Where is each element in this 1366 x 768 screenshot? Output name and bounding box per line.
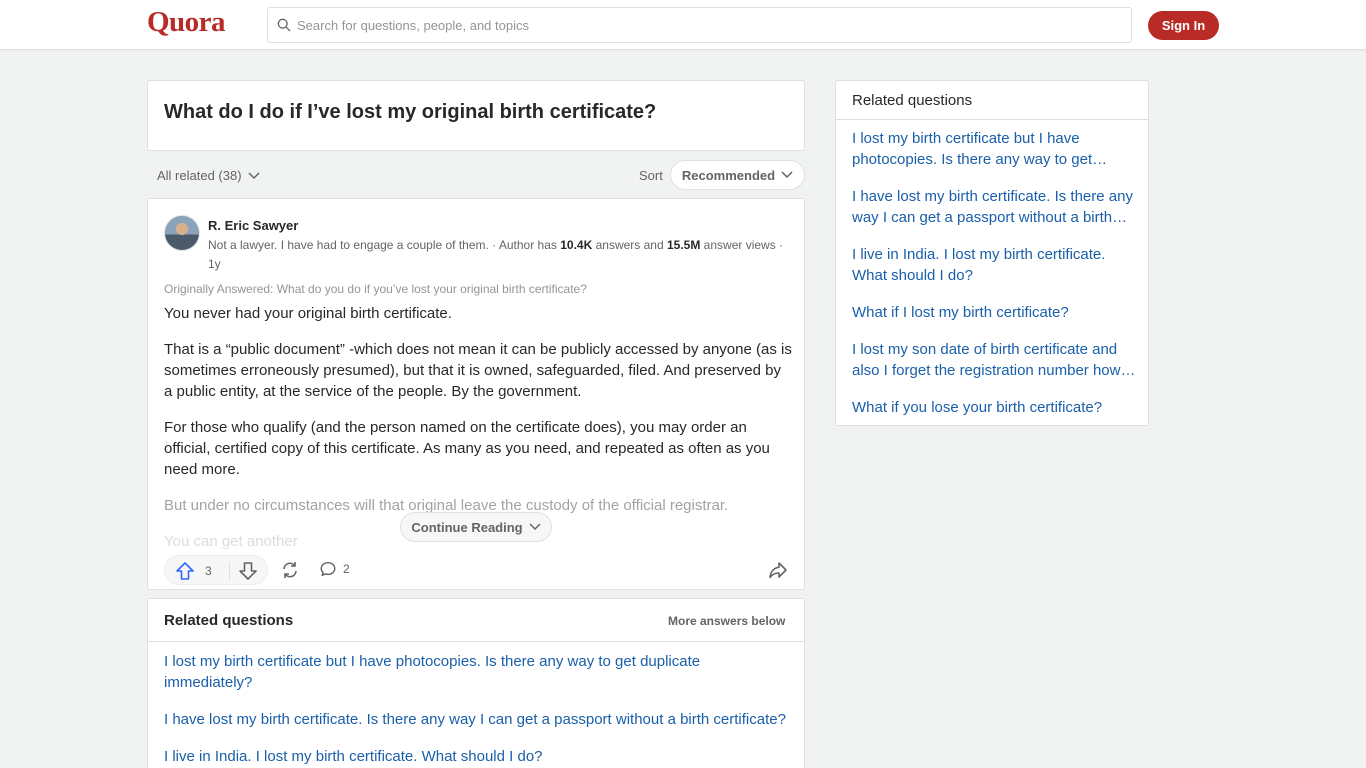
answer-card: R. Eric Sawyer Not a lawyer. I have had … — [147, 198, 805, 590]
related-questions-header: Related questions More answers below — [148, 599, 804, 642]
sidebar-question-link[interactable]: I lost my birth certificate but I have p… — [852, 128, 1137, 170]
related-questions-inline: Related questions More answers below I l… — [147, 598, 805, 768]
reshare-icon — [283, 562, 297, 578]
question-card: What do I do if I’ve lost my original bi… — [147, 80, 805, 151]
credential-prefix: Not a lawyer. I have had to engage a cou… — [208, 238, 561, 252]
top-navigation-bar: Quora Sign In — [0, 0, 1366, 50]
quora-logo[interactable]: Quora — [147, 6, 226, 39]
share-button[interactable] — [768, 560, 788, 585]
share-arrow-icon — [769, 562, 787, 579]
comment-icon — [320, 561, 336, 577]
sidebar-question-link[interactable]: I live in India. I lost my birth certifi… — [852, 244, 1137, 286]
chevron-down-icon — [248, 171, 260, 179]
comment-button[interactable]: 2 — [319, 560, 350, 578]
search-icon — [277, 18, 291, 32]
credential-middle: answers and — [592, 238, 667, 252]
sidebar-question-link[interactable]: I lost my son date of birth certificate … — [852, 339, 1137, 381]
continue-reading-button[interactable]: Continue Reading — [400, 512, 552, 542]
upvote-arrow-icon — [176, 562, 194, 580]
answer-paragraph: For those who qualify (and the person na… — [164, 419, 770, 478]
reshare-button[interactable] — [280, 560, 300, 585]
views-count: 15.5M — [666, 238, 701, 252]
sidebar-title: Related questions — [852, 92, 973, 109]
answers-count: 10.4K — [560, 238, 593, 252]
upvote-button[interactable] — [175, 561, 195, 581]
related-question-link[interactable]: I have lost my birth certificate. Is the… — [164, 709, 792, 730]
author-credential: Not a lawyer. I have had to engage a cou… — [208, 236, 793, 274]
downvote-arrow-icon — [239, 562, 257, 580]
answer-paragraph: That is a “public document” -which does … — [164, 341, 792, 400]
question-title: What do I do if I’ve lost my original bi… — [164, 101, 657, 123]
continue-reading-label: Continue Reading — [411, 519, 523, 535]
sidebar-question-link[interactable]: I have lost my birth certificate. Is the… — [852, 186, 1137, 228]
related-question-link[interactable]: I lost my birth certificate but I have p… — [164, 651, 792, 693]
vote-controls: 3 — [164, 555, 268, 585]
sidebar-question-list: I lost my birth certificate but I have p… — [852, 128, 1137, 434]
all-related-label: All related (38) — [157, 168, 242, 183]
related-questions-list: I lost my birth certificate but I have p… — [164, 651, 792, 768]
vote-divider — [229, 562, 230, 580]
search-bar[interactable] — [267, 7, 1132, 43]
comment-count: 2 — [343, 562, 350, 576]
sidebar-question-link[interactable]: What if I lost my birth certificate? — [852, 302, 1137, 323]
author-avatar[interactable] — [164, 215, 200, 251]
related-question-link[interactable]: I live in India. I lost my birth certifi… — [164, 746, 792, 767]
all-related-dropdown[interactable]: All related (38) — [157, 168, 260, 183]
related-questions-sidebar: Related questions I lost my birth certif… — [835, 80, 1149, 426]
sort-dropdown[interactable]: Recommended — [670, 160, 805, 190]
downvote-button[interactable] — [238, 561, 258, 586]
sort-label: Sort — [639, 168, 663, 183]
chevron-down-icon — [529, 523, 541, 531]
sign-in-button[interactable]: Sign In — [1148, 11, 1219, 40]
author-name[interactable]: R. Eric Sawyer — [208, 218, 298, 233]
chevron-down-icon — [781, 171, 793, 179]
related-questions-title: Related questions — [164, 612, 294, 629]
answer-paragraph: You never had your original birth certif… — [164, 305, 452, 322]
answer-filter-row: All related (38) Sort Recommended — [147, 160, 805, 190]
search-input[interactable] — [297, 17, 1097, 33]
sort-value: Recommended — [681, 167, 776, 183]
more-answers-below-label: More answers below — [668, 614, 786, 628]
sidebar-header: Related questions — [836, 81, 1148, 120]
sidebar-question-link[interactable]: What if you lose your birth certificate? — [852, 397, 1137, 418]
upvote-count: 3 — [205, 564, 212, 578]
originally-answered-link[interactable]: Originally Answered: What do you do if y… — [164, 282, 587, 296]
